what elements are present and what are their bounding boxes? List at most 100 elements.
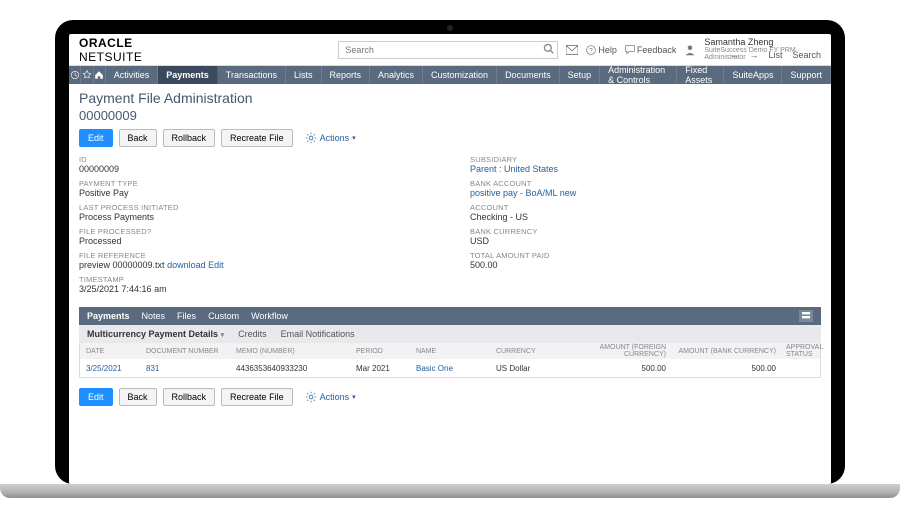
nav-tab-fixed-assets[interactable]: Fixed Assets — [677, 66, 724, 84]
field-subsidiary: SUBSIDIARYParent : United States — [470, 155, 821, 174]
feedback-link[interactable]: Feedback — [625, 45, 677, 55]
envelope-icon[interactable] — [566, 45, 578, 55]
sublist-header: Multicurrency Payment Details ▾ Credits … — [79, 325, 821, 343]
nav-tab-documents[interactable]: Documents — [497, 66, 560, 84]
field-label: TOTAL AMOUNT PAID — [470, 251, 821, 260]
gear-icon — [305, 132, 317, 144]
payments-table: DATEDOCUMENT NUMBERMEMO (NUMBER)PERIODNA… — [79, 343, 821, 378]
field-link[interactable]: positive pay - BoA/ML new — [470, 188, 576, 198]
col-header: AMOUNT (FOREIGN CURRENCY) — [566, 344, 676, 358]
table-row[interactable]: 3/25/2021 831 4436353640933230Mar 2021Basi… — [80, 359, 820, 377]
back-button[interactable]: Back — [119, 129, 157, 147]
field-link[interactable]: Parent : United States — [470, 164, 558, 174]
field-label: FILE PROCESSED? — [79, 227, 430, 236]
sublist-tab-email[interactable]: Email Notifications — [281, 329, 355, 339]
subtab-bar: Payments Notes Files Custom Workflow — [79, 307, 821, 325]
field-value: positive pay - BoA/ML new — [470, 188, 821, 198]
edit-button-bottom[interactable]: Edit — [79, 388, 113, 406]
cell-link[interactable]: Basic One — [416, 364, 453, 373]
edit-button[interactable]: Edit — [79, 129, 113, 147]
field-value: 500.00 — [470, 260, 821, 270]
field-grid: ID00000009 PAYMENT TYPEPositive Pay LAST P… — [79, 155, 821, 299]
record-id: 00000009 — [79, 108, 821, 123]
rollback-button[interactable]: Rollback — [163, 129, 216, 147]
field-label: PAYMENT TYPE — [79, 179, 430, 188]
nav-tab-payments[interactable]: Payments — [158, 66, 218, 84]
nav-tab-administration-controls[interactable]: Administration & Controls — [600, 66, 677, 84]
subtab-files[interactable]: Files — [177, 311, 196, 321]
user-role: SuiteSuccess Demo FY PRM · Administrator — [704, 47, 821, 61]
field-value: 00000009 — [79, 164, 430, 174]
field-timestamp: TIMESTAMP3/25/2021 7:44:16 am — [79, 275, 430, 294]
field-account: ACCOUNTChecking - US — [470, 203, 821, 222]
sublist-tab-credits[interactable]: Credits — [238, 329, 267, 339]
sublist-tab-multicurrency[interactable]: Multicurrency Payment Details ▾ — [87, 329, 224, 339]
nav-tab-suiteapps[interactable]: SuiteApps — [724, 66, 782, 84]
field-label: LAST PROCESS INITIATED — [79, 203, 430, 212]
cell: US Dollar — [496, 364, 566, 373]
chevron-down-icon: ▾ — [352, 393, 356, 401]
expand-icon[interactable] — [799, 310, 813, 322]
user-block[interactable]: Samantha Zheng SuiteSuccess Demo FY PRM … — [704, 38, 821, 61]
back-button-bottom[interactable]: Back — [119, 388, 157, 406]
field-value: Positive Pay — [79, 188, 430, 198]
search-input[interactable] — [338, 41, 558, 59]
page-title: Payment File Administration — [79, 90, 821, 106]
cell: 500.00 — [566, 364, 676, 373]
field-value: Process Payments — [79, 212, 430, 222]
recreate-button-bottom[interactable]: Recreate File — [221, 388, 293, 406]
cell: 500.00 — [676, 364, 786, 373]
nav-tab-activities[interactable]: Activities — [106, 66, 159, 84]
col-header: CURRENCY — [496, 348, 566, 355]
nav-tab-transactions[interactable]: Transactions — [218, 66, 286, 84]
field-bank-account: BANK ACCOUNTpositive pay - BoA/ML new — [470, 179, 821, 198]
col-header: DOCUMENT NUMBER — [146, 348, 236, 355]
cell: Mar 2021 — [356, 364, 416, 373]
nav-tab-customization[interactable]: Customization — [423, 66, 497, 84]
search-icon[interactable] — [543, 43, 554, 54]
nav-star-icon[interactable] — [81, 66, 93, 84]
col-header: PERIOD — [356, 348, 416, 355]
actions-label: Actions — [320, 392, 350, 402]
field-value: Checking - US — [470, 212, 821, 222]
field-label: SUBSIDIARY — [470, 155, 821, 164]
nav-tab-lists[interactable]: Lists — [286, 66, 322, 84]
user-name: Samantha Zheng — [704, 38, 821, 47]
subtab-notes[interactable]: Notes — [142, 311, 166, 321]
nav-tab-analytics[interactable]: Analytics — [370, 66, 423, 84]
col-header: APPROVAL STATUS — [786, 344, 823, 358]
help-icon[interactable]: ? Help — [586, 45, 617, 55]
cell: 831 — [146, 364, 236, 373]
cell-link[interactable]: 3/25/2021 — [86, 364, 122, 373]
download-link[interactable]: download — [167, 260, 206, 270]
cell: 4436353640933230 — [236, 364, 356, 373]
feedback-label: Feedback — [637, 45, 677, 55]
field-value: preview 00000009.txt download Edit — [79, 260, 430, 270]
subtab-workflow[interactable]: Workflow — [251, 311, 288, 321]
nav-tab-reports[interactable]: Reports — [322, 66, 371, 84]
user-icon[interactable] — [684, 44, 696, 56]
field-id: ID00000009 — [79, 155, 430, 174]
chevron-down-icon: ▾ — [221, 332, 225, 339]
nav-clock-icon[interactable] — [69, 66, 81, 84]
cell-link[interactable]: 831 — [146, 364, 159, 373]
field-value: USD — [470, 236, 821, 246]
actions-menu[interactable]: Actions ▾ — [305, 132, 356, 144]
global-search[interactable] — [338, 41, 558, 59]
field-label: TIMESTAMP — [79, 275, 430, 284]
action-row-top: Edit Back Rollback Recreate File Actions… — [79, 129, 821, 147]
field-file-processed-: FILE PROCESSED?Processed — [79, 227, 430, 246]
actions-label: Actions — [320, 133, 350, 143]
field-value: 3/25/2021 7:44:16 am — [79, 284, 430, 294]
edit-link[interactable]: Edit — [208, 260, 224, 270]
nav-home-icon[interactable] — [94, 66, 106, 84]
main-nav: ActivitiesPaymentsTransactionsListsRepor… — [69, 66, 831, 84]
nav-tab-setup[interactable]: Setup — [560, 66, 601, 84]
rollback-button-bottom[interactable]: Rollback — [163, 388, 216, 406]
recreate-button[interactable]: Recreate File — [221, 129, 293, 147]
subtab-custom[interactable]: Custom — [208, 311, 239, 321]
nav-tab-support[interactable]: Support — [782, 66, 831, 84]
brand-logo: ORACLE NETSUITE — [79, 36, 190, 64]
subtab-payments[interactable]: Payments — [87, 311, 130, 321]
actions-menu-bottom[interactable]: Actions ▾ — [305, 391, 356, 403]
